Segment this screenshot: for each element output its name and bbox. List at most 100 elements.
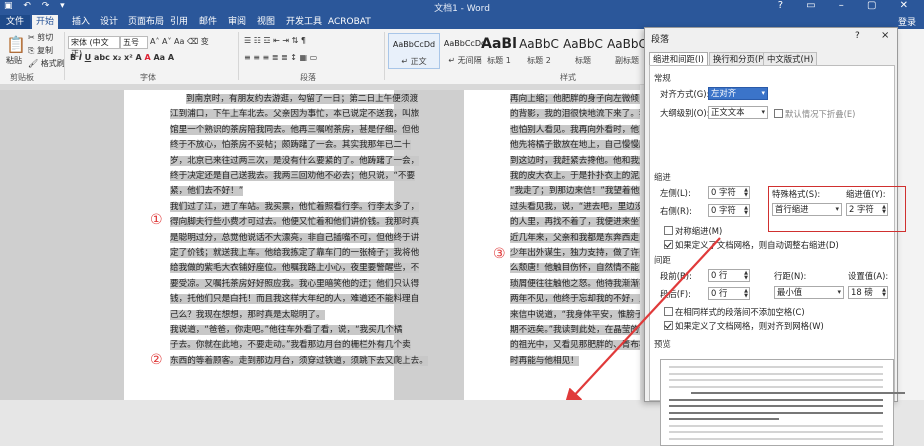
alignment-select[interactable]: 左对齐 ▾ xyxy=(708,87,768,100)
space-before-input[interactable]: 0 行 ▲ ▼ xyxy=(708,269,750,282)
tab-insert[interactable]: 插入 xyxy=(72,15,90,29)
paste-button[interactable]: 粘贴 xyxy=(6,55,22,66)
brush-icon: 🖌 xyxy=(28,59,41,68)
document-text: 钱，托他们只是白托！而且我这样大年纪的人，难道还不能料理自 xyxy=(170,294,420,305)
tab-line-page-breaks[interactable]: 换行和分页(P) xyxy=(709,52,771,66)
indent-right-label: 右侧(R): xyxy=(660,206,692,216)
indent-by-input[interactable]: 2 字符 ▲ ▼ xyxy=(846,203,888,216)
space-after-label: 段后(F): xyxy=(660,289,691,299)
tab-review[interactable]: 审阅 xyxy=(228,15,246,29)
style-title[interactable]: AaBbC 标题 xyxy=(558,33,608,67)
tab-design[interactable]: 设计 xyxy=(100,15,118,29)
document-text-line: 终于决定还是自己送我去。我两三回劝他不必去；他只说，“不要 xyxy=(170,169,416,184)
document-text: “我走了；到那边来信！”我望着他走 xyxy=(510,186,640,197)
document-text-line: 馆里一个熟识的茶房陪我同去。他再三嘱咐茶房，甚是仔细。但他 xyxy=(170,123,420,138)
divider xyxy=(64,32,65,80)
font-grow-shrink-icons[interactable]: A˄ A˅ Aa ⌫ 变 xyxy=(150,36,209,47)
align-buttons[interactable]: ≡ ≡ ≡ ≣ ≣ ↕ ▦ ▭ xyxy=(244,53,317,62)
help-icon[interactable]: ? xyxy=(855,31,860,41)
special-indent-select[interactable]: 首行缩进 ▾ xyxy=(772,203,842,216)
document-text-line: 的背影，我的泪很快地流下来了。我赶 xyxy=(510,107,640,122)
document-text: 我说道，“爸爸，你走吧。”他往车外看了看，说，“我买几个橘 xyxy=(170,325,403,335)
indent-right-input[interactable]: 0 字符 ▲ ▼ xyxy=(708,204,750,217)
paste-icon[interactable]: 📋 xyxy=(6,35,26,54)
document-text: 子去。你就在此地，不要走动。”我看那边月台的栅栏外有几个卖 xyxy=(170,340,411,351)
auto-right-indent-label: 如果定义了文档网格，则自动调整右缩进(D) xyxy=(675,240,839,250)
document-text: 琐屑便往往触他之怒。他待我渐渐不同 xyxy=(510,278,640,289)
document-text-line: 我说道，“爸爸，你走吧。”他往车外看了看，说，“我买几个橘 xyxy=(170,323,403,338)
list-buttons[interactable]: ☰ ☷ ☲ ⇤ ⇥ ⇅ ¶ xyxy=(244,36,306,45)
tab-home[interactable]: 开始 xyxy=(32,15,59,29)
preview-line xyxy=(669,437,883,440)
copy-icon: ⎘ xyxy=(28,46,37,55)
special-indent-label: 特殊格式(S): xyxy=(772,189,821,199)
spinner-icon[interactable]: ▲ ▼ xyxy=(744,271,748,281)
document-text: 终于决定还是自己送我去。我两三回劝他不必去；他只说，“不要 xyxy=(170,171,416,181)
font-size-combo[interactable]: 五号 xyxy=(120,36,148,49)
document-text: 近几年来，父亲和我都是东奔西走，家 xyxy=(510,232,640,243)
close-icon[interactable]: × xyxy=(881,30,889,41)
spinner-icon[interactable]: ▲ ▼ xyxy=(882,205,886,215)
page-right: 再向上缩；他肥胖的身子向左微倾，显的背影，我的泪很快地流下来了。我赶也怕别人看见… xyxy=(464,90,640,400)
document-text-line: 近几年来，父亲和我都是东奔西走，家 xyxy=(510,231,640,246)
font-group-label: 字体 xyxy=(140,73,156,82)
tab-references[interactable]: 引用 xyxy=(170,15,188,29)
preview-line xyxy=(669,366,883,368)
format-painter-button[interactable]: 🖌 格式刷 xyxy=(28,58,65,69)
font-format-buttons[interactable]: B I U abc x₂ x² A A Aa A xyxy=(70,53,174,62)
spinner-icon[interactable]: ▲ ▼ xyxy=(744,206,748,216)
spacing-at-input[interactable]: 18 磅 ▲ ▼ xyxy=(848,286,888,299)
collapse-checkbox[interactable] xyxy=(774,109,783,118)
alignment-label: 对齐方式(G): xyxy=(660,89,710,99)
spinner-icon[interactable]: ▲ ▼ xyxy=(744,188,748,198)
spinner-icon[interactable]: ▲ ▼ xyxy=(882,288,886,298)
no-space-checkbox[interactable] xyxy=(664,307,673,316)
chevron-down-icon: ▾ xyxy=(761,89,765,97)
auto-right-indent-checkbox[interactable] xyxy=(664,240,673,249)
tab-file[interactable]: 文件 xyxy=(0,15,30,29)
document-text: 我们过了江，进了车站。我买票，他忙着照看行李。行李太多了， xyxy=(170,201,420,212)
document-text-line: 紧，他们去不好！” xyxy=(170,184,244,199)
outline-level-select[interactable]: 正文文本 ▾ xyxy=(708,106,768,119)
mirror-indent-checkbox[interactable] xyxy=(664,226,673,235)
style-heading-2[interactable]: AaBbC 标题 2 xyxy=(514,33,564,67)
preview-line xyxy=(669,385,883,388)
snap-to-grid-label: 如果定义了文档网格，则对齐到网格(W) xyxy=(675,321,824,331)
document-text-line: 子去。你就在此地，不要走动。”我看那边月台的栅栏外有几个卖 xyxy=(170,338,411,353)
tab-acrobat[interactable]: ACROBAT xyxy=(328,15,371,29)
cut-button[interactable]: ✂ 剪切 xyxy=(28,32,53,43)
preview-section-label: 预览 xyxy=(654,339,671,349)
indent-section-label: 缩进 xyxy=(654,172,671,182)
tab-view[interactable]: 视图 xyxy=(257,15,275,29)
login-link[interactable]: 登录 xyxy=(898,15,916,28)
document-text: 要受凉。又嘱托茶房好好照应我。我心里暗笑他的迂；他们只认得 xyxy=(170,278,420,289)
document-text: 期不远矣。”我读到此处，在晶莹的泪 xyxy=(510,325,640,335)
tab-indents-spacing[interactable]: 缩进和间距(I) xyxy=(649,52,708,66)
font-name-combo[interactable]: 宋体 (中文正) xyxy=(68,36,120,58)
window-controls[interactable]: ? ▭ – ▢ ✕ xyxy=(778,0,918,11)
annotation-marker-1: ① xyxy=(150,212,163,228)
tab-mailings[interactable]: 邮件 xyxy=(199,15,217,29)
space-after-input[interactable]: 0 行 ▲ ▼ xyxy=(708,287,750,300)
document-text-line: 再向上缩；他肥胖的身子向左微倾，显 xyxy=(510,92,640,107)
line-spacing-select[interactable]: 最小值 ▾ xyxy=(774,286,844,299)
document-text-line: 到南京时，有朋友约去游逛，勾留了一日；第二日上午便须渡 xyxy=(186,92,419,107)
document-text: 紧，他们去不好！” xyxy=(170,186,244,197)
document-text: 己么？我现在想想，那时真是太聪明了。 xyxy=(170,309,325,320)
copy-button[interactable]: ⎘ 复制 xyxy=(28,45,53,56)
document-text-line: 到这边时，我赶紧去搀他。他和我走到 xyxy=(510,154,640,169)
document-text-line: 要受凉。又嘱托茶房好好照应我。我心里暗笑他的迂；他们只认得 xyxy=(170,277,420,292)
no-space-label: 在相同样式的段落间不添加空格(C) xyxy=(675,307,805,317)
preview-line xyxy=(669,418,779,420)
spinner-icon[interactable]: ▲ ▼ xyxy=(744,289,748,299)
tab-layout[interactable]: 页面布局 xyxy=(128,15,164,29)
document-text-line: 给我做的紫毛大衣铺好座位。他嘱我路上小心，夜里要警醒些，不 xyxy=(170,261,420,276)
indent-left-input[interactable]: 0 字符 ▲ ▼ xyxy=(708,186,750,199)
style-normal[interactable]: AaBbCcDd ↵ 正文 xyxy=(388,33,440,69)
snap-to-grid-checkbox[interactable] xyxy=(664,321,673,330)
tab-developer[interactable]: 开发工具 xyxy=(286,15,322,29)
tab-asian-typography[interactable]: 中文版式(H) xyxy=(763,52,818,66)
document-text-line: 两年不见，他终于忘却我的不好，只是 xyxy=(510,292,640,307)
document-text: 时再能与他相见！ xyxy=(510,355,579,366)
document-text: 再向上缩；他肥胖的身子向左微倾，显 xyxy=(510,94,640,104)
